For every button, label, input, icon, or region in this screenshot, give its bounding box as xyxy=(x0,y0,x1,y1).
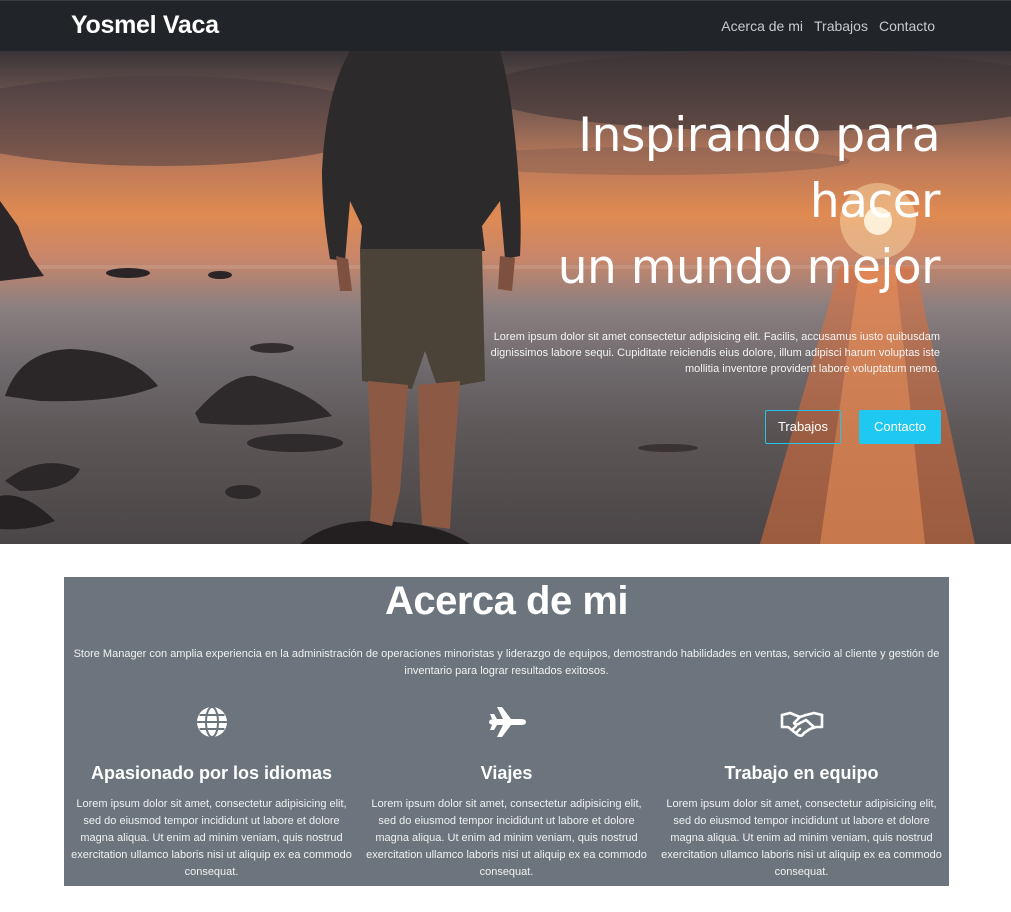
feature-text: Lorem ipsum dolor sit amet, consectetur … xyxy=(661,798,942,878)
hero-description: Lorem ipsum dolor sit amet consectetur a… xyxy=(490,331,940,375)
nav-link-acerca[interactable]: Acerca de mi xyxy=(721,18,803,34)
hero-section: Inspirando para hacer un mundo mejor Lor… xyxy=(0,51,1011,544)
hero-title: Inspirando para hacer un mundo mejor xyxy=(557,108,941,295)
feature-title: Viajes xyxy=(480,763,533,783)
nav-link-contacto[interactable]: Contacto xyxy=(879,18,935,34)
navbar: Yosmel Vaca Acerca de mi Trabajos Contac… xyxy=(0,0,1011,51)
feature-text: Lorem ipsum dolor sit amet, consectetur … xyxy=(71,798,352,878)
trabajos-button[interactable]: Trabajos xyxy=(765,410,841,444)
hero-buttons: Trabajos Contacto xyxy=(765,410,941,444)
feature-text: Lorem ipsum dolor sit amet, consectetur … xyxy=(366,798,647,878)
globe-icon xyxy=(196,706,227,738)
hero-title-wrapper: Inspirando para hacer un mundo mejor xyxy=(380,103,941,301)
feature-title: Apasionado por los idiomas xyxy=(90,763,333,783)
plane-icon xyxy=(488,707,526,737)
nav-links: Acerca de mi Trabajos Contacto xyxy=(721,18,935,34)
about-description: Store Manager con amplia experiencia en … xyxy=(73,648,940,677)
about-section: Acerca de mi Store Manager con amplia ex… xyxy=(64,577,949,886)
feature-viajes: Viajes Lorem ipsum dolor sit amet, conse… xyxy=(359,705,654,881)
nav-link-trabajos[interactable]: Trabajos xyxy=(814,18,868,34)
feature-equipo: Trabajo en equipo Lorem ipsum dolor sit … xyxy=(654,705,949,881)
handshake-icon xyxy=(780,711,823,737)
feature-idiomas: Apasionado por los idiomas Lorem ipsum d… xyxy=(64,705,359,881)
contacto-button[interactable]: Contacto xyxy=(859,410,941,444)
about-title: Acerca de mi xyxy=(384,579,629,623)
feature-title: Trabajo en equipo xyxy=(724,763,879,783)
brand-logo[interactable]: Yosmel Vaca xyxy=(71,11,219,40)
